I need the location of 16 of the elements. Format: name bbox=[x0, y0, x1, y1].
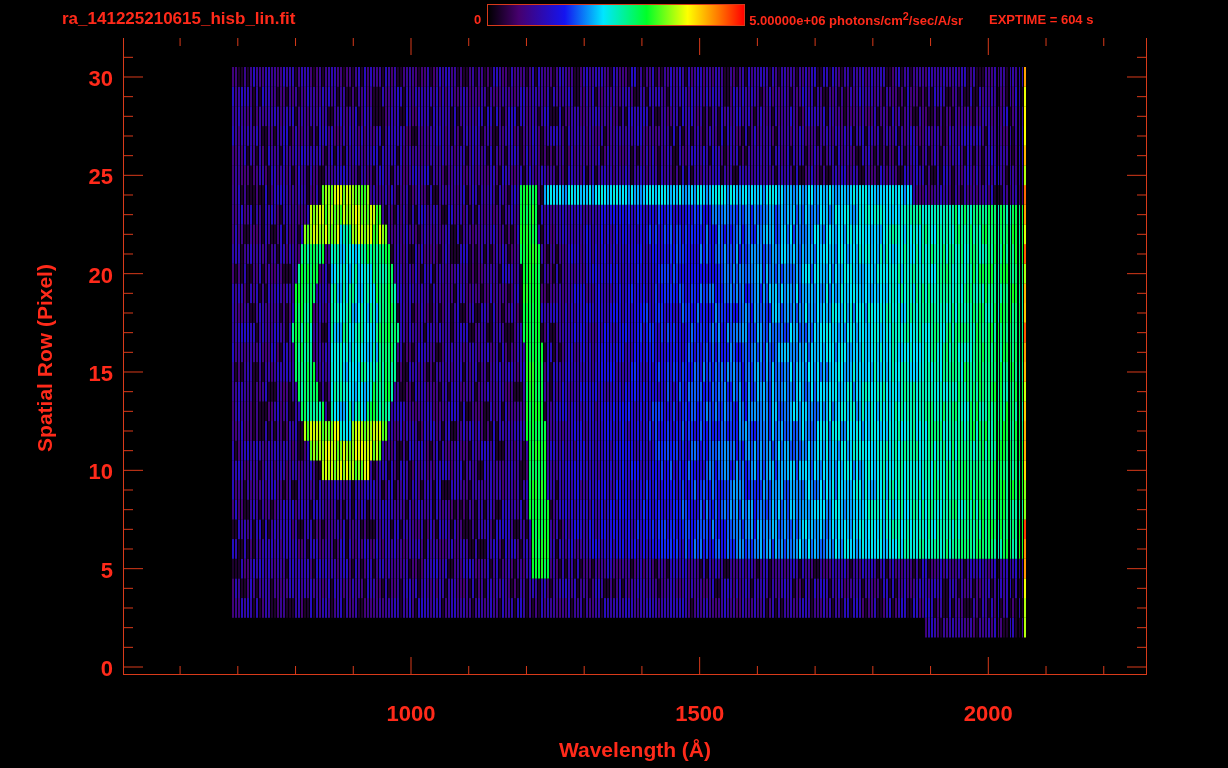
tick-label: 15 bbox=[88, 361, 113, 386]
tick-label: 1000 bbox=[386, 701, 436, 726]
tick-label: 25 bbox=[88, 164, 113, 190]
exposure-time: EXPTIME = 604 s bbox=[989, 11, 1094, 27]
tick-label: 20 bbox=[88, 262, 113, 288]
tick-label: 10 bbox=[88, 459, 113, 485]
plot-title: ra_141225210615_hisb_lin.fit bbox=[62, 9, 297, 29]
axis-label: Wavelength (Å) bbox=[558, 738, 712, 761]
colorbar-label: 0 bbox=[474, 11, 482, 27]
tick-label: 2000 bbox=[963, 701, 1013, 726]
colorbar-label: 5.00000e+06 photons/cm$^{2}$/sec/A/sr bbox=[749, 9, 964, 29]
tick-label: 5 bbox=[100, 557, 113, 583]
tick-label: 0 bbox=[100, 656, 113, 681]
axis-label: Spatial Row (Pixel) bbox=[33, 264, 56, 452]
tick-label: 30 bbox=[88, 66, 113, 91]
tick-label: 1500 bbox=[675, 701, 725, 726]
